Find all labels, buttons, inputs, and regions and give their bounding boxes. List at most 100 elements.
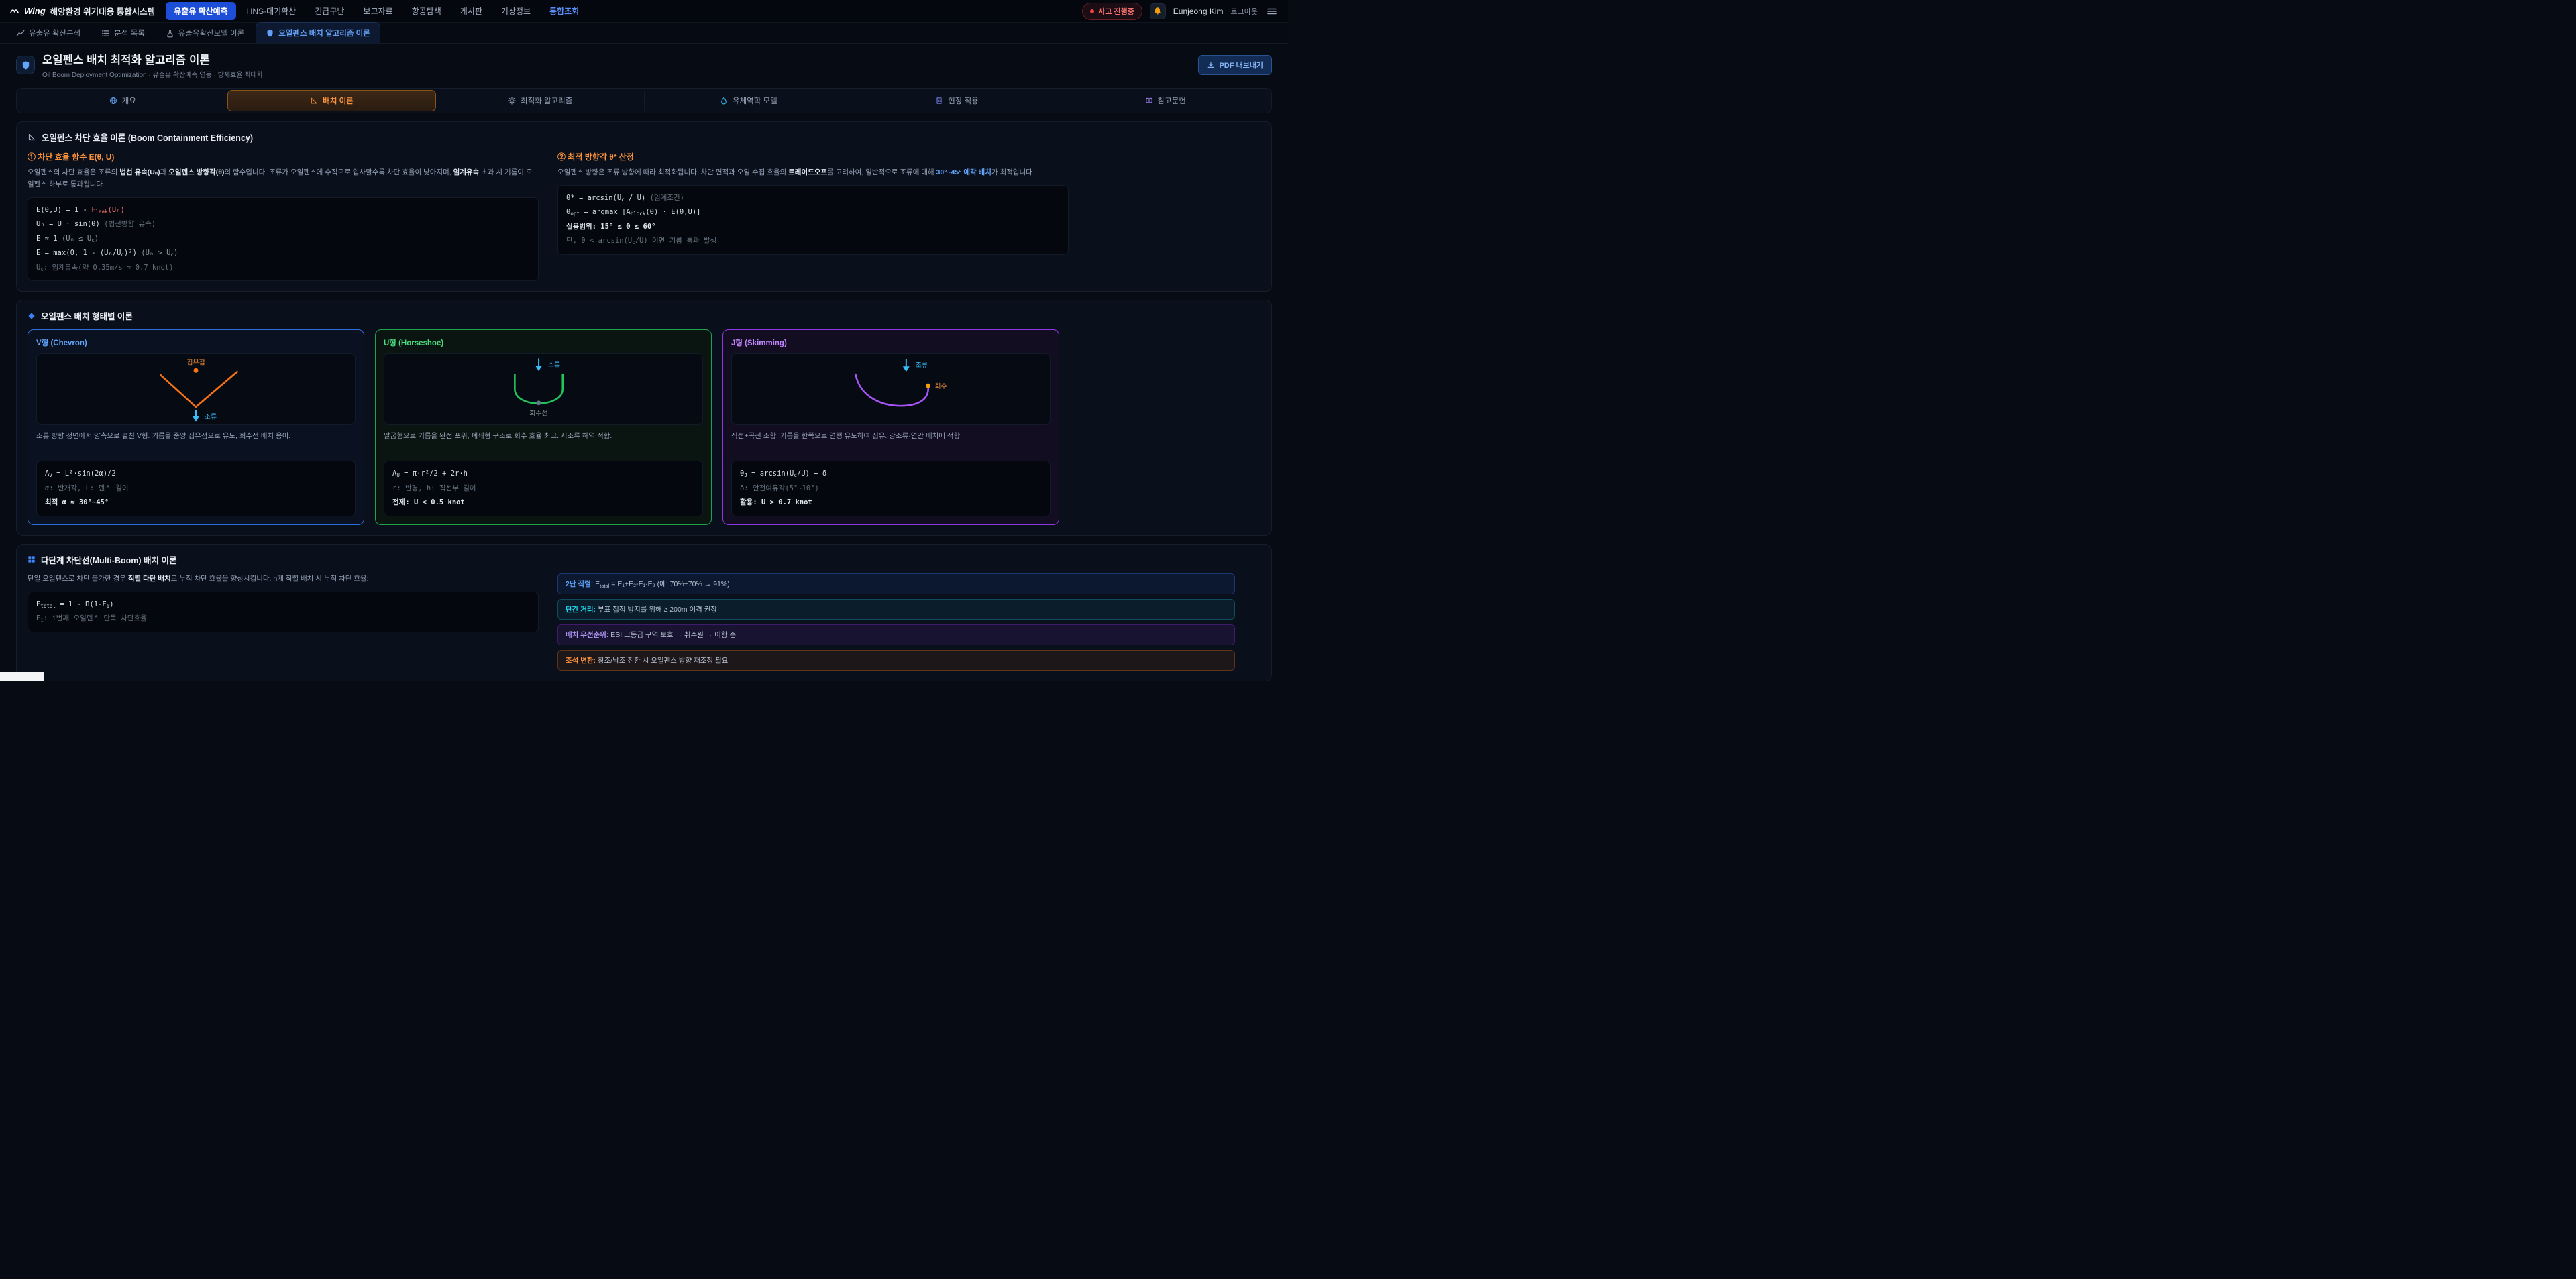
formula-line: 전제: U < 0.5 knot bbox=[392, 496, 694, 510]
incident-status-badge[interactable]: 사고 진행중 bbox=[1082, 3, 1142, 20]
formula-line: 활용: U > 0.7 knot bbox=[740, 496, 1042, 510]
j-boom-line bbox=[855, 374, 928, 406]
subtab-label: 유출유확산모델 이론 bbox=[178, 27, 244, 38]
subtab-diffusion-model-theory[interactable]: 유출유확산모델 이론 bbox=[156, 23, 254, 43]
formula-line: Etotal = 1 - Π(1-Ei) bbox=[36, 598, 530, 612]
shape-title: V형 (Chevron) bbox=[36, 337, 356, 348]
multiboom-left-column: 단일 오일펜스로 차단 불가한 경우 직렬 다단 배치로 누적 차단 효율을 향… bbox=[28, 573, 539, 671]
tab-label: 유체역학 모델 bbox=[733, 95, 777, 106]
current-arrowhead bbox=[903, 367, 910, 372]
sub-tab-bar: 유출유 확산분석 분석 목록 유출유확산모델 이론 오일펜스 배치 알고리즘 이… bbox=[0, 23, 1288, 44]
formula-line: 실용범위: 15° ≤ θ ≤ 60° bbox=[566, 220, 1060, 235]
brand[interactable]: Wing 해양환경 위기대응 통합시스템 bbox=[9, 5, 155, 17]
tab-overview[interactable]: 개요 bbox=[19, 91, 227, 111]
tab-label: 현장 적용 bbox=[948, 95, 979, 106]
tab-label: 개요 bbox=[122, 95, 136, 106]
tab-deployment-theory[interactable]: 배치 이론 bbox=[227, 90, 437, 111]
tab-references[interactable]: 참고문헌 bbox=[1061, 91, 1269, 111]
multiboom-card: 다단계 차단선(Multi-Boom) 배치 이론 단일 오일펜스로 차단 불가… bbox=[16, 544, 1272, 681]
subtab-diffusion-analysis[interactable]: 유출유 확산분석 bbox=[7, 23, 90, 43]
bottom-left-overlay bbox=[0, 672, 44, 681]
status-badge-label: 사고 진행중 bbox=[1098, 6, 1134, 17]
formula-line: 단, θ < arcsin(Uc/U) 이면 기름 통과 발생 bbox=[566, 234, 1060, 249]
brand-logo-text: Wing bbox=[24, 6, 46, 16]
tab-label: 최적화 알고리즘 bbox=[521, 95, 572, 106]
pdf-export-label: PDF 내보내기 bbox=[1219, 60, 1263, 70]
subtab-analysis-list[interactable]: 분석 목록 bbox=[92, 23, 154, 43]
efficiency-grid: ① 차단 효율 함수 E(θ, U) 오일펜스의 차단 효율은 조류의 법선 유… bbox=[28, 151, 1260, 281]
shape-title: J형 (Skimming) bbox=[731, 337, 1051, 348]
nav-item-aerial-search[interactable]: 항공탐색 bbox=[404, 2, 449, 20]
efficiency-left-column: ① 차단 효율 함수 E(θ, U) 오일펜스의 차단 효율은 조류의 법선 유… bbox=[28, 151, 539, 281]
note-two-stage-series: 2단 직렬: Etotal = E₁+E₂-E₁·E₂ (예: 70%+70% … bbox=[557, 573, 1235, 594]
shape-title: U형 (Horseshoe) bbox=[384, 337, 703, 348]
tab-hydrodynamic-model[interactable]: 유체역학 모델 bbox=[645, 91, 853, 111]
u-boom-line bbox=[515, 374, 562, 403]
formula-line: θopt = argmax [Ablock(θ) · E(θ,U)] bbox=[566, 205, 1060, 220]
current-label: 조류 bbox=[916, 362, 928, 370]
u-shape-diagram: 조류 회수선 bbox=[384, 353, 703, 425]
formula-line: α: 반개각, L: 펜스 길이 bbox=[45, 482, 347, 496]
recovery-line-label: 회수선 bbox=[529, 410, 547, 418]
tab-field-application[interactable]: 현장 적용 bbox=[853, 91, 1062, 111]
formula-line: θJ = arcsin(Uc/U) + δ bbox=[740, 467, 1042, 482]
tab-optimization-algorithm[interactable]: 최적화 알고리즘 bbox=[436, 91, 645, 111]
formula-line: Uc: 임계유속(약 0.35m/s ≈ 0.7 knot) bbox=[36, 261, 530, 276]
recovery-dot bbox=[926, 384, 930, 388]
recovery-vessel-dot bbox=[537, 401, 541, 406]
logout-button[interactable]: 로그아웃 bbox=[1231, 6, 1258, 17]
tab-label: 참고문헌 bbox=[1158, 95, 1186, 106]
brand-logo-icon bbox=[9, 6, 19, 16]
formula-line: θ* = arcsin(Uc / U) (임계조건) bbox=[566, 191, 1060, 206]
nav-item-weather[interactable]: 기상정보 bbox=[493, 2, 539, 20]
diamond-icon bbox=[28, 312, 36, 320]
hamburger-menu-button[interactable] bbox=[1265, 5, 1279, 18]
pdf-export-button[interactable]: PDF 내보내기 bbox=[1198, 55, 1272, 75]
current-label: 조류 bbox=[205, 413, 217, 421]
boom-shapes-title: 오일펜스 배치 형태별 이론 bbox=[41, 309, 133, 322]
collection-point-label: 집유점 bbox=[186, 359, 205, 367]
collection-point-dot bbox=[194, 368, 199, 373]
note-stage-spacing: 단간 거리: 부표 집적 방지를 위해 ≥ 200m 이격 권장 bbox=[557, 599, 1235, 620]
current-arrowhead bbox=[193, 416, 199, 422]
shape-card-u-horseshoe[interactable]: U형 (Horseshoe) 조류 회수선 말굽형으로 기름을 완전 포위, 폐… bbox=[375, 329, 712, 525]
formula-line: r: 반경, h: 직선부 길이 bbox=[392, 482, 694, 496]
formula-line: 최적 α ≈ 30°~45° bbox=[45, 496, 347, 510]
multiboom-title-row: 다단계 차단선(Multi-Boom) 배치 이론 bbox=[28, 553, 1260, 566]
brand-title: 해양환경 위기대응 통합시스템 bbox=[50, 5, 155, 17]
nav-item-integrated-search[interactable]: 통합조회 bbox=[541, 2, 587, 20]
nav-item-rescue[interactable]: 긴급구난 bbox=[307, 2, 352, 20]
v-boom-line bbox=[160, 372, 237, 407]
j-shape-formula: θJ = arcsin(Uc/U) + δ δ: 안전여유각(5°~10°) 활… bbox=[731, 461, 1051, 516]
notifications-button[interactable] bbox=[1150, 3, 1166, 19]
current-arrowhead bbox=[535, 366, 542, 372]
nav-item-hns[interactable]: HNS·대기확산 bbox=[239, 2, 305, 20]
bell-icon bbox=[1153, 7, 1162, 15]
formula-line: E = max(0, 1 - (Uₙ/Uc)²) (Uₙ > Uc) bbox=[36, 246, 530, 261]
shape-card-j-skimming[interactable]: J형 (Skimming) 조류 회수 직선+곡선 조합. 기름을 한쪽으로 연… bbox=[722, 329, 1059, 525]
efficiency-function-heading: ① 차단 효율 함수 E(θ, U) bbox=[28, 151, 539, 162]
nav-item-board[interactable]: 게시판 bbox=[452, 2, 490, 20]
containment-efficiency-title: 오일펜스 차단 효율 이론 (Boom Containment Efficien… bbox=[42, 131, 253, 144]
efficiency-function-formula: E(θ,U) = 1 - Fleak(Uₙ) Uₙ = U · sin(θ) (… bbox=[28, 197, 539, 282]
subtab-boom-algorithm-theory[interactable]: 오일펜스 배치 알고리즘 이론 bbox=[256, 22, 380, 43]
navbar-right: 사고 진행중 Eunjeong Kim 로그아웃 bbox=[1082, 3, 1279, 20]
containment-efficiency-title-row: 오일펜스 차단 효율 이론 (Boom Containment Efficien… bbox=[28, 131, 1260, 144]
efficiency-function-paragraph: 오일펜스의 차단 효율은 조류의 법선 유속(Uₙ)과 오일펜스 방향각(θ)의… bbox=[28, 167, 539, 191]
containment-efficiency-card: 오일펜스 차단 효율 이론 (Boom Containment Efficien… bbox=[16, 121, 1272, 292]
shape-card-v-chevron[interactable]: V형 (Chevron) 집유점 조류 조류 방향 정면에서 양측으로 펼친 V… bbox=[28, 329, 364, 525]
recovery-label: 회수 bbox=[934, 382, 947, 390]
subtab-label: 오일펜스 배치 알고리즘 이론 bbox=[278, 27, 370, 38]
boom-shapes-card: 오일펜스 배치 형태별 이론 V형 (Chevron) 집유점 조류 조류 방향… bbox=[16, 300, 1272, 536]
top-navbar: Wing 해양환경 위기대응 통합시스템 유출유 확산예측 HNS·대기확산 긴… bbox=[0, 0, 1288, 23]
nav-item-spill-prediction[interactable]: 유출유 확산예측 bbox=[166, 2, 236, 20]
nav-item-reports[interactable]: 보고자료 bbox=[355, 2, 400, 20]
user-name[interactable]: Eunjeong Kim bbox=[1173, 7, 1224, 16]
multiboom-formula: Etotal = 1 - Π(1-Ei) Ei: i번째 오일펜스 단독 차단효… bbox=[28, 592, 539, 632]
status-dot-icon bbox=[1090, 9, 1094, 13]
boom-shapes-title-row: 오일펜스 배치 형태별 이론 bbox=[28, 309, 1260, 322]
subtab-label: 유출유 확산분석 bbox=[29, 27, 80, 38]
formula-line: δ: 안전여유각(5°~10°) bbox=[740, 482, 1042, 496]
note-tidal-change: 조석 변환: 창조/낙조 전환 시 오일펜스 방향 재조정 필요 bbox=[557, 650, 1235, 671]
page-title-block: 오일펜스 배치 최적화 알고리즘 이론 Oil Boom Deployment … bbox=[42, 51, 263, 79]
